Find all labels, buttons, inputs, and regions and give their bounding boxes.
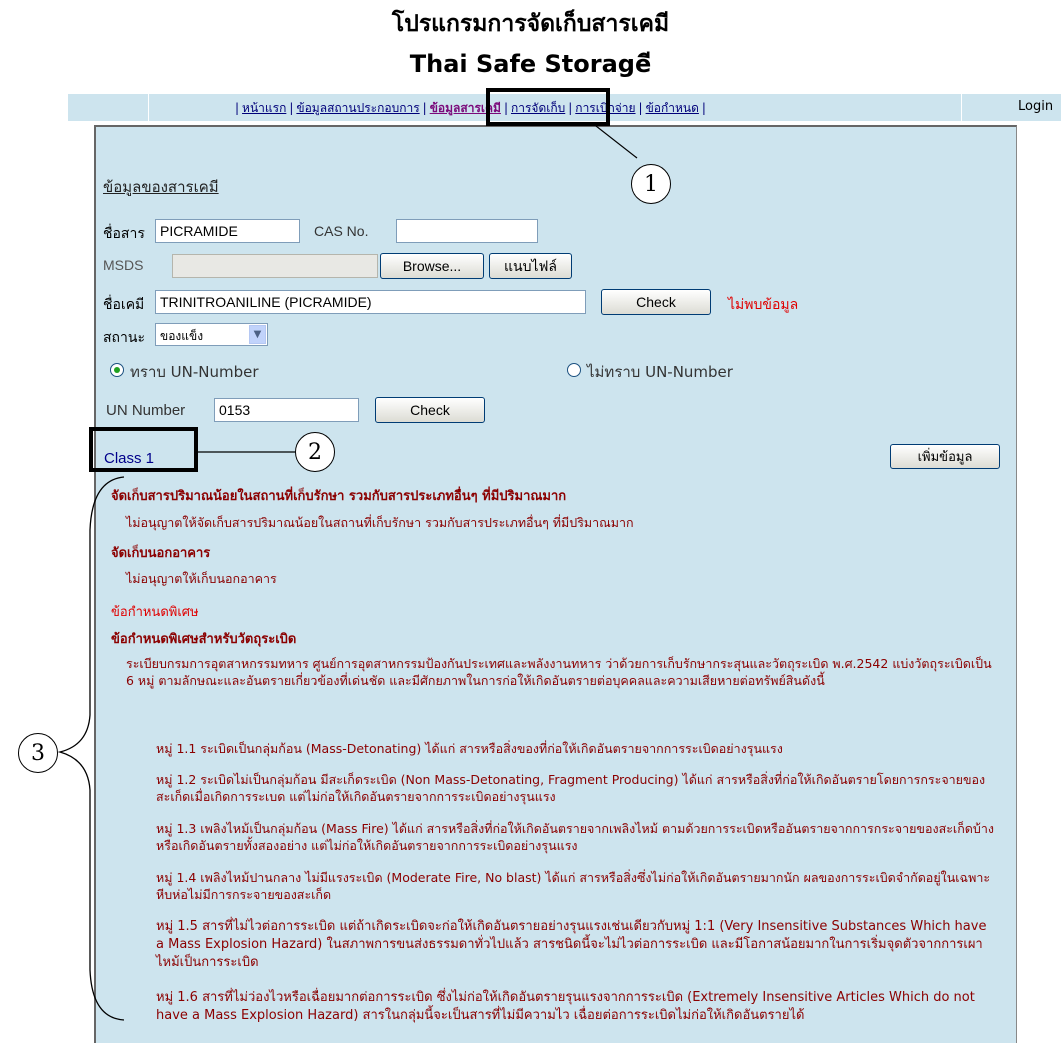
callout-2: 2 bbox=[295, 432, 335, 472]
callout-1: 1 bbox=[631, 164, 671, 204]
callout-lines bbox=[57, 125, 638, 1021]
callout-3: 3 bbox=[18, 733, 58, 773]
